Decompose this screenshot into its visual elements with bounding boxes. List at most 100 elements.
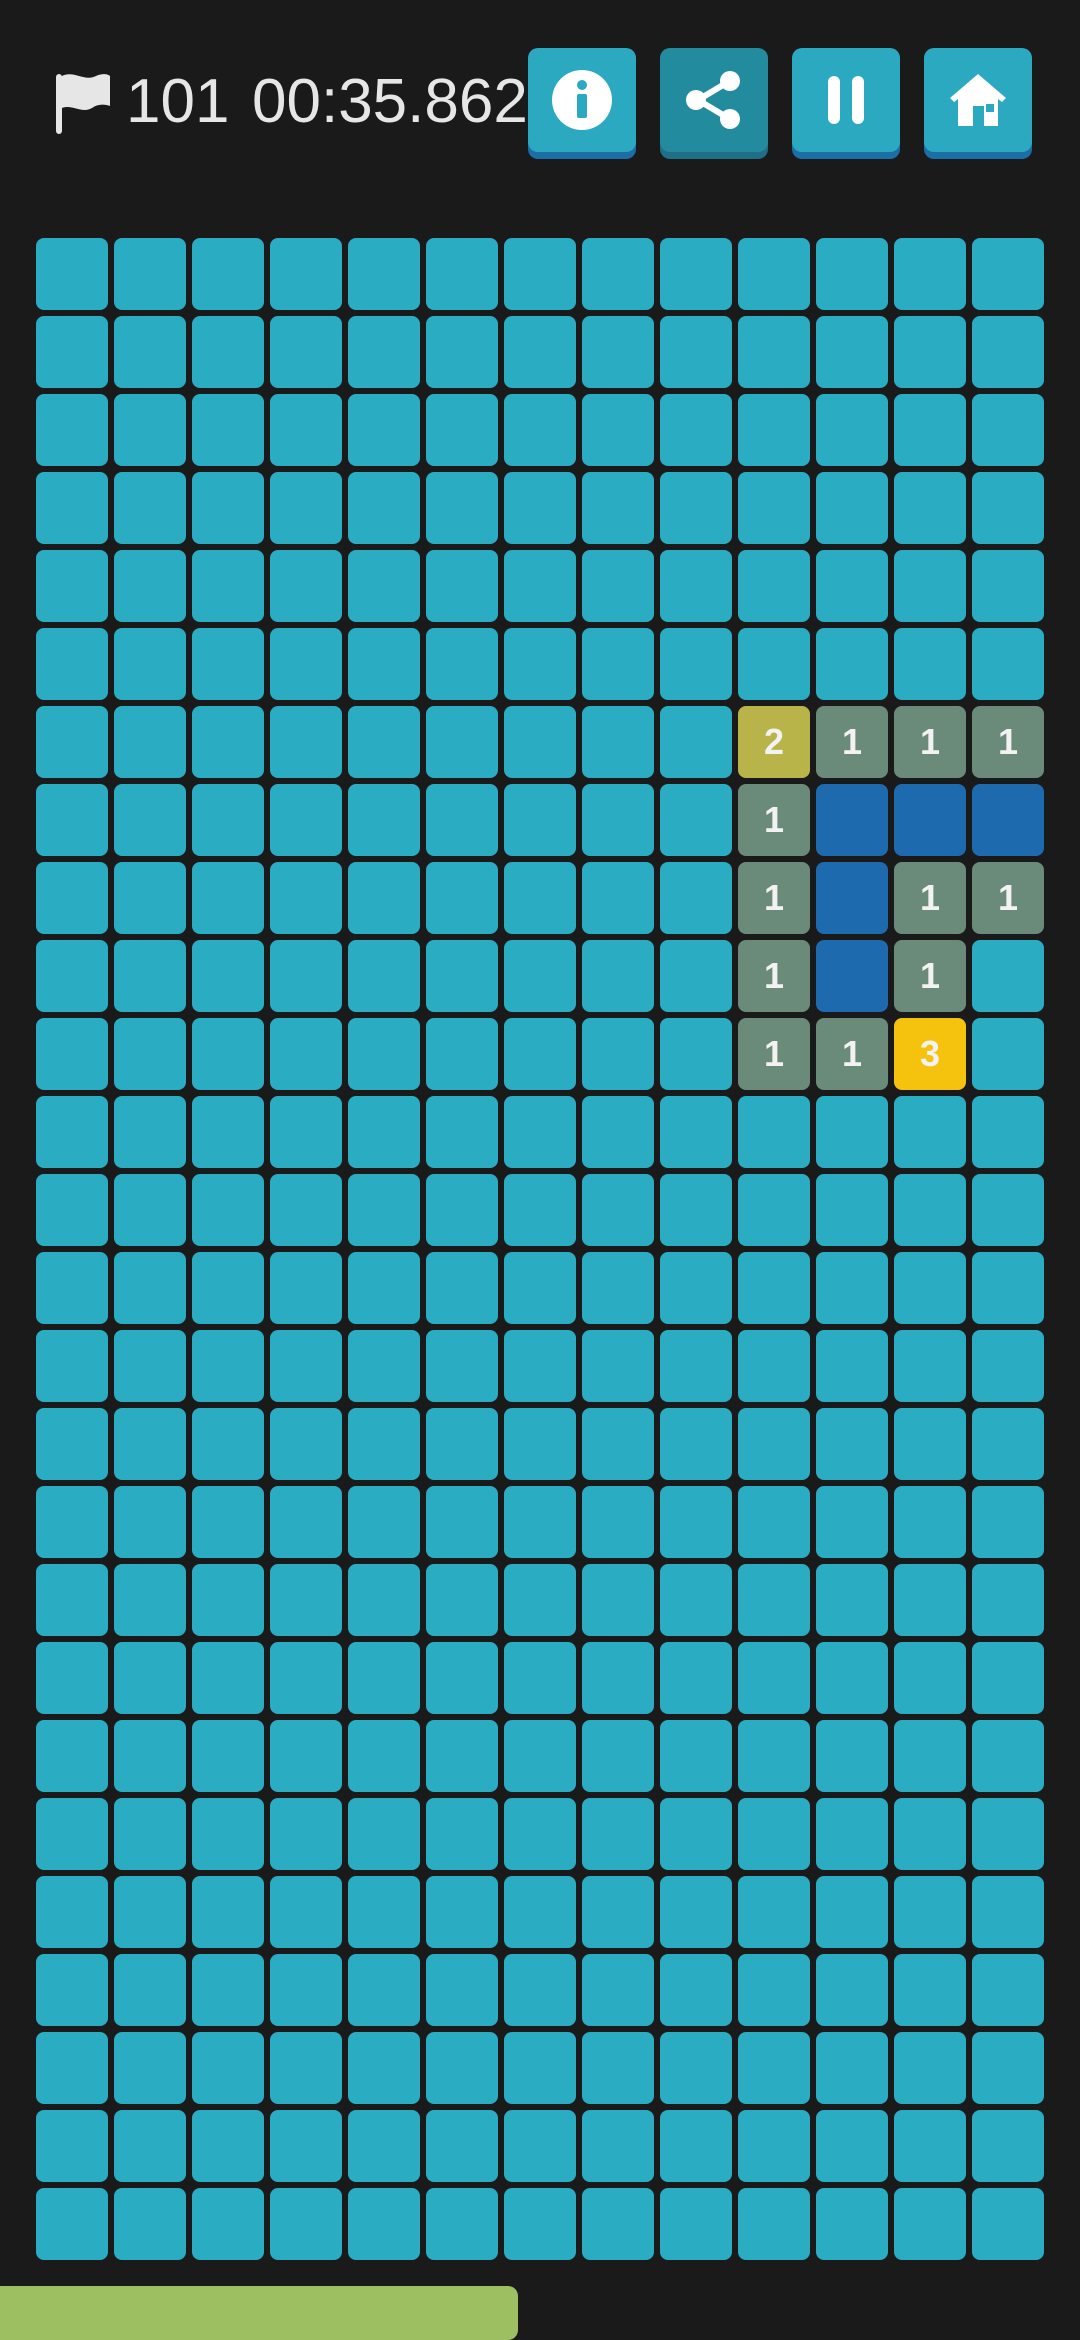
hidden-cell[interactable] (894, 1564, 966, 1636)
hidden-cell[interactable] (114, 1720, 186, 1792)
hidden-cell[interactable] (426, 628, 498, 700)
hidden-cell[interactable] (270, 1720, 342, 1792)
hidden-cell[interactable] (660, 2188, 732, 2260)
hidden-cell[interactable] (114, 1642, 186, 1714)
hidden-cell[interactable] (816, 1564, 888, 1636)
hidden-cell[interactable] (738, 1330, 810, 1402)
hidden-cell[interactable] (504, 316, 576, 388)
hidden-cell[interactable] (36, 472, 108, 544)
hidden-cell[interactable] (582, 1876, 654, 1948)
hidden-cell[interactable] (348, 1798, 420, 1870)
hidden-cell[interactable] (348, 316, 420, 388)
hidden-cell[interactable] (426, 1486, 498, 1558)
hidden-cell[interactable] (426, 862, 498, 934)
hidden-cell[interactable] (660, 706, 732, 778)
hidden-cell[interactable] (192, 784, 264, 856)
hidden-cell[interactable] (36, 1798, 108, 1870)
hidden-cell[interactable] (270, 1252, 342, 1324)
hidden-cell[interactable] (114, 940, 186, 1012)
hidden-cell[interactable] (426, 472, 498, 544)
hidden-cell[interactable] (660, 862, 732, 934)
hidden-cell[interactable] (816, 238, 888, 310)
revealed-number-cell[interactable]: 1 (972, 862, 1044, 934)
hidden-cell[interactable] (426, 1408, 498, 1480)
hidden-cell[interactable] (270, 2188, 342, 2260)
hidden-cell[interactable] (738, 2110, 810, 2182)
hidden-cell[interactable] (504, 1096, 576, 1168)
hidden-cell[interactable] (660, 394, 732, 466)
hidden-cell[interactable] (192, 706, 264, 778)
hidden-cell[interactable] (270, 238, 342, 310)
hidden-cell[interactable] (348, 1876, 420, 1948)
hidden-cell[interactable] (582, 1642, 654, 1714)
hidden-cell[interactable] (348, 238, 420, 310)
hidden-cell[interactable] (504, 2110, 576, 2182)
hidden-cell[interactable] (348, 1642, 420, 1714)
hidden-cell[interactable] (504, 1408, 576, 1480)
hidden-cell[interactable] (738, 1954, 810, 2026)
hidden-cell[interactable] (426, 784, 498, 856)
hidden-cell[interactable] (972, 1408, 1044, 1480)
hidden-cell[interactable] (270, 1486, 342, 1558)
hidden-cell[interactable] (972, 550, 1044, 622)
hidden-cell[interactable] (270, 940, 342, 1012)
hidden-cell[interactable] (114, 2032, 186, 2104)
hidden-cell[interactable] (504, 238, 576, 310)
hidden-cell[interactable] (972, 1252, 1044, 1324)
hidden-cell[interactable] (270, 1096, 342, 1168)
hidden-cell[interactable] (426, 394, 498, 466)
hidden-cell[interactable] (192, 1330, 264, 1402)
hidden-cell[interactable] (114, 1330, 186, 1402)
hidden-cell[interactable] (36, 2188, 108, 2260)
hidden-cell[interactable] (660, 1798, 732, 1870)
hidden-cell[interactable] (270, 2110, 342, 2182)
hidden-cell[interactable] (582, 706, 654, 778)
hidden-cell[interactable] (504, 550, 576, 622)
hidden-cell[interactable] (426, 1252, 498, 1324)
hidden-cell[interactable] (816, 1954, 888, 2026)
revealed-number-cell[interactable]: 1 (894, 940, 966, 1012)
hidden-cell[interactable] (114, 1096, 186, 1168)
hidden-cell[interactable] (504, 1876, 576, 1948)
revealed-number-cell[interactable]: 1 (816, 1018, 888, 1090)
revealed-empty-cell[interactable] (816, 940, 888, 1012)
hidden-cell[interactable] (504, 1720, 576, 1792)
hidden-cell[interactable] (972, 1096, 1044, 1168)
hidden-cell[interactable] (894, 394, 966, 466)
hidden-cell[interactable] (270, 1408, 342, 1480)
hidden-cell[interactable] (504, 1330, 576, 1402)
hidden-cell[interactable] (114, 1486, 186, 1558)
hidden-cell[interactable] (192, 1798, 264, 1870)
hidden-cell[interactable] (114, 1408, 186, 1480)
hidden-cell[interactable] (582, 1798, 654, 1870)
hidden-cell[interactable] (348, 1018, 420, 1090)
hidden-cell[interactable] (426, 1330, 498, 1402)
hidden-cell[interactable] (192, 1018, 264, 1090)
hidden-cell[interactable] (894, 2110, 966, 2182)
revealed-empty-cell[interactable] (816, 784, 888, 856)
hidden-cell[interactable] (36, 1486, 108, 1558)
hidden-cell[interactable] (114, 1174, 186, 1246)
hidden-cell[interactable] (894, 238, 966, 310)
hidden-cell[interactable] (426, 1720, 498, 1792)
hidden-cell[interactable] (36, 1252, 108, 1324)
hidden-cell[interactable] (36, 1096, 108, 1168)
hidden-cell[interactable] (192, 628, 264, 700)
hidden-cell[interactable] (816, 1720, 888, 1792)
revealed-number-cell[interactable]: 2 (738, 706, 810, 778)
hidden-cell[interactable] (504, 940, 576, 1012)
hidden-cell[interactable] (504, 862, 576, 934)
hidden-cell[interactable] (504, 472, 576, 544)
hidden-cell[interactable] (192, 2032, 264, 2104)
hidden-cell[interactable] (582, 1252, 654, 1324)
revealed-empty-cell[interactable] (816, 862, 888, 934)
hidden-cell[interactable] (270, 1174, 342, 1246)
hidden-cell[interactable] (426, 2188, 498, 2260)
hidden-cell[interactable] (504, 2188, 576, 2260)
hidden-cell[interactable] (192, 940, 264, 1012)
hidden-cell[interactable] (36, 2110, 108, 2182)
hidden-cell[interactable] (426, 1174, 498, 1246)
home-button[interactable] (924, 48, 1032, 152)
hidden-cell[interactable] (348, 1564, 420, 1636)
hidden-cell[interactable] (192, 2188, 264, 2260)
